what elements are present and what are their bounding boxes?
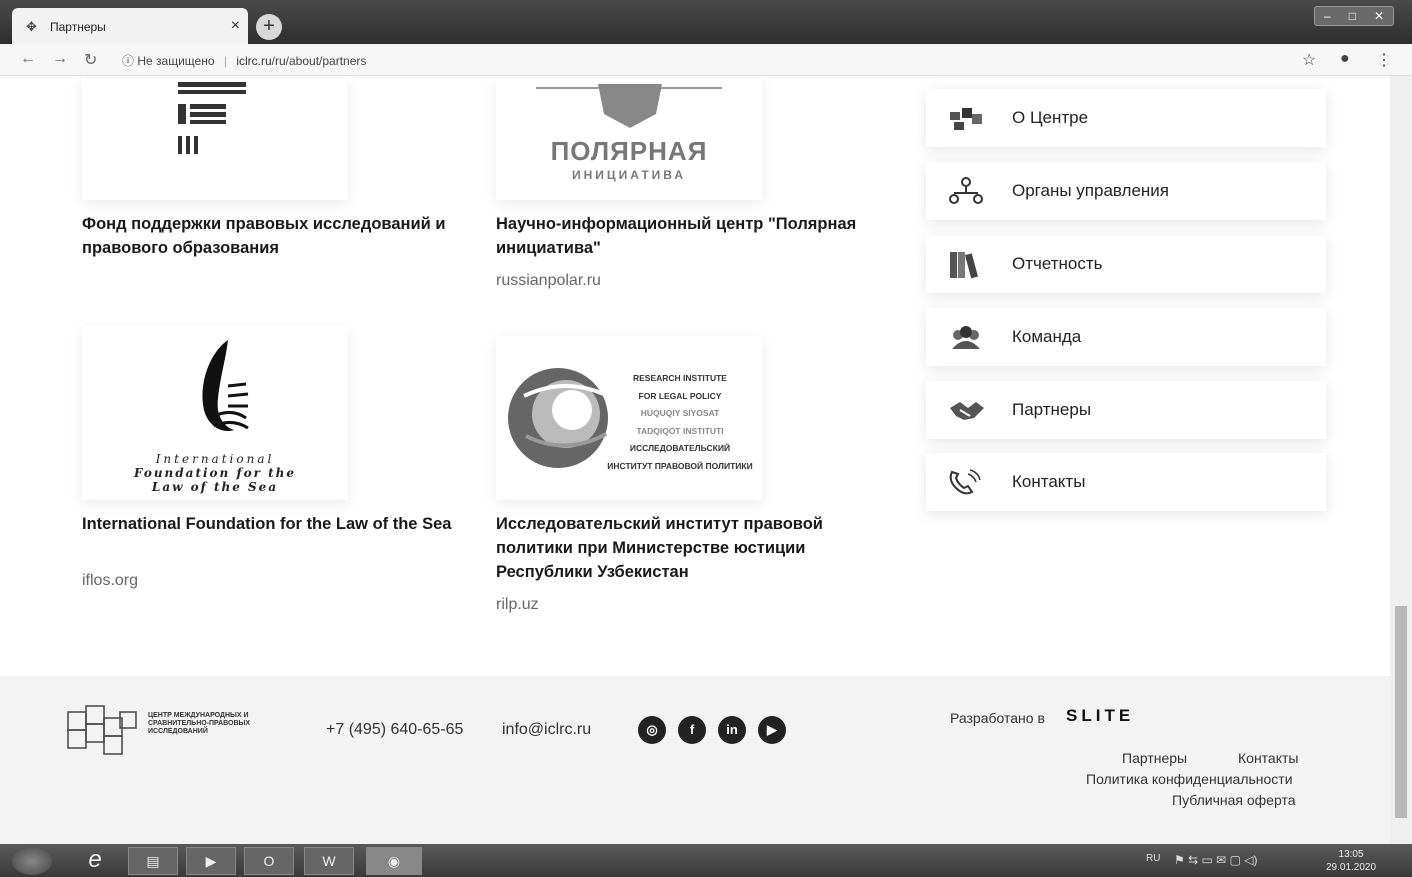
footer-link-contacts[interactable]: Контакты	[1238, 750, 1298, 766]
address-bar: ← → ↻ ⓘ Не защищено | iclrc.ru/ru/about/…	[0, 44, 1412, 76]
browser-tab-bar: ✥ Партнеры × + – □ ✕	[0, 0, 1412, 44]
sidebar-item-label: Отчетность	[1012, 254, 1103, 273]
media-player-icon[interactable]: ▶	[186, 847, 236, 875]
youtube-icon[interactable]: ▶	[758, 716, 786, 744]
partner-logo-iflos[interactable]: International Foundation for the Law of …	[82, 326, 348, 500]
partner-link[interactable]: russianpolar.ru	[496, 272, 601, 290]
iflos-logo-line: Foundation for the	[133, 466, 297, 480]
partner-link[interactable]: iflos.org	[82, 572, 138, 590]
sidebar-item-contacts[interactable]: Контакты	[926, 453, 1326, 511]
rilp-logo-line: RESEARCH INSTITUTE	[633, 373, 727, 383]
profile-icon[interactable]: ●	[1340, 50, 1350, 68]
scrollbar-thumb[interactable]	[1395, 606, 1407, 818]
minimize-icon[interactable]: –	[1324, 9, 1331, 23]
rilp-logo-line: ИССЛЕДОВАТЕЛЬСКИЙ	[629, 443, 731, 453]
taskbar-clock[interactable]: 13:05 29.01.2020	[1326, 848, 1376, 874]
tab-title: Партнеры	[50, 20, 106, 34]
instagram-icon[interactable]: ◎	[638, 716, 666, 744]
center-icon	[950, 108, 982, 130]
clock-date: 29.01.2020	[1326, 862, 1377, 873]
polar-logo-text: ПОЛЯРНАЯ	[550, 136, 708, 166]
rilp-logo-text: RESEARCH INSTITUTE FOR LEGAL POLICY HUQU…	[600, 370, 760, 475]
partner-name[interactable]: International Foundation for the Law of …	[82, 512, 462, 536]
os-taskbar: e ▤ ▶ O W ◉ RU ⚑ ⇆ ▭ ✉ ▢ ◁) 13:05 29.01.…	[0, 844, 1412, 877]
footer-phone[interactable]: +7 (495) 640-65-65	[326, 721, 463, 739]
new-tab-button[interactable]: +	[256, 14, 282, 40]
window-controls: – □ ✕	[1314, 6, 1394, 26]
facebook-icon[interactable]: f	[678, 716, 706, 744]
slite-logo[interactable]: SLITE	[1066, 706, 1134, 726]
forward-icon[interactable]: →	[52, 50, 68, 68]
site-footer: ЦЕНТР МЕЖДУНАРОДНЫХ И СРАВНИТЕЛЬНО-ПРАВО…	[0, 676, 1390, 844]
iflos-logo-line: Law of the Sea	[151, 480, 279, 494]
footer-link-partners[interactable]: Партнеры	[1122, 750, 1187, 766]
page-scrollbar[interactable]	[1390, 76, 1412, 844]
url-field[interactable]: ⓘ Не защищено | iclrc.ru/ru/about/partne…	[122, 52, 366, 69]
fund-logo-icon	[178, 82, 246, 154]
tab-close-icon[interactable]: ×	[231, 17, 240, 35]
url-separator: |	[223, 54, 227, 68]
sidebar-item-management[interactable]: Органы управления	[926, 162, 1326, 220]
sidebar-item-about[interactable]: О Центре	[926, 89, 1326, 147]
tab-favicon-icon: ✥	[26, 19, 37, 34]
word-icon[interactable]: W	[304, 847, 354, 875]
phone-icon	[949, 469, 981, 495]
rilp-logo-line: HUQUQIY SIYOSAT	[640, 408, 720, 418]
rilp-logo-line: TADQIQOT INSTITUTI	[636, 425, 724, 436]
partner-logo-polar[interactable]: ПОЛЯРНАЯ ИНИЦИАТИВА	[496, 76, 762, 200]
iclrc-logo-icon[interactable]	[66, 704, 138, 760]
sidebar-item-label: Партнеры	[1012, 400, 1092, 419]
chrome-taskbar-icon[interactable]: ◉	[366, 847, 422, 875]
partner-logo-fund[interactable]	[82, 76, 348, 200]
partner-name[interactable]: Исследовательский институт правовой поли…	[496, 512, 876, 584]
iflos-logo-icon	[202, 340, 249, 432]
management-icon	[949, 177, 983, 204]
developed-by-label: Разработано в	[950, 710, 1045, 726]
footer-link-offer[interactable]: Публичная оферта	[1172, 792, 1296, 808]
language-indicator[interactable]: RU	[1146, 853, 1160, 864]
maximize-icon[interactable]: □	[1349, 9, 1356, 23]
footer-logo-text: ЦЕНТР МЕЖДУНАРОДНЫХ И СРАВНИТЕЛЬНО-ПРАВО…	[148, 712, 251, 735]
footer-email[interactable]: info@iclrc.ru	[502, 721, 591, 739]
start-button[interactable]	[12, 847, 52, 875]
sidebar-item-partners[interactable]: Партнеры	[926, 381, 1326, 439]
partner-logo-rilp[interactable]: RESEARCH INSTITUTE FOR LEGAL POLICY HUQU…	[496, 336, 762, 500]
sidebar-item-label: Контакты	[1012, 472, 1086, 491]
partner-name[interactable]: Фонд поддержки правовых исследований и п…	[82, 212, 472, 260]
partner-link[interactable]: rilp.uz	[496, 596, 539, 614]
security-label: Не защищено	[137, 54, 215, 68]
browser-tab[interactable]: ✥ Партнеры ×	[12, 8, 248, 44]
sidebar-item-label: Органы управления	[1012, 181, 1170, 200]
team-icon	[952, 326, 980, 349]
handshake-icon	[950, 402, 984, 420]
back-icon[interactable]: ←	[20, 50, 36, 68]
tray-icons[interactable]: ⚑ ⇆ ▭ ✉ ▢ ◁)	[1174, 853, 1257, 867]
outlook-icon[interactable]: O	[244, 847, 294, 875]
polar-logo-subtext: ИНИЦИАТИВА	[571, 168, 687, 182]
reload-icon[interactable]: ↻	[84, 50, 97, 70]
url-path: /ru/about/partners	[271, 54, 367, 68]
explorer-icon[interactable]: ▤	[128, 847, 178, 875]
linkedin-icon[interactable]: in	[718, 716, 746, 744]
books-icon	[950, 252, 978, 279]
close-window-icon[interactable]: ✕	[1374, 9, 1384, 23]
sidebar-item-team[interactable]: Команда	[926, 308, 1326, 366]
clock-time: 13:05	[1338, 849, 1364, 860]
menu-kebab-icon[interactable]: ⋮	[1376, 50, 1392, 70]
url-host: iclrc.ru	[236, 54, 272, 68]
sidebar-item-reports[interactable]: Отчетность	[926, 235, 1326, 293]
partner-name[interactable]: Научно-информационный центр "Полярная ин…	[496, 212, 896, 260]
ie-icon[interactable]: e	[70, 847, 120, 875]
sidebar-item-label: О Центре	[1012, 108, 1089, 127]
sidebar-item-label: Команда	[1012, 327, 1082, 346]
info-icon: ⓘ	[122, 54, 135, 68]
footer-link-privacy[interactable]: Политика конфиденциальности	[1086, 771, 1293, 787]
rilp-logo-line: ИНСТИТУТ ПРАВОВОЙ ПОЛИТИКИ	[607, 460, 753, 471]
bookmark-star-icon[interactable]: ☆	[1302, 50, 1316, 70]
rilp-logo-line: FOR LEGAL POLICY	[638, 390, 722, 401]
iflos-logo-line: International	[155, 452, 275, 466]
